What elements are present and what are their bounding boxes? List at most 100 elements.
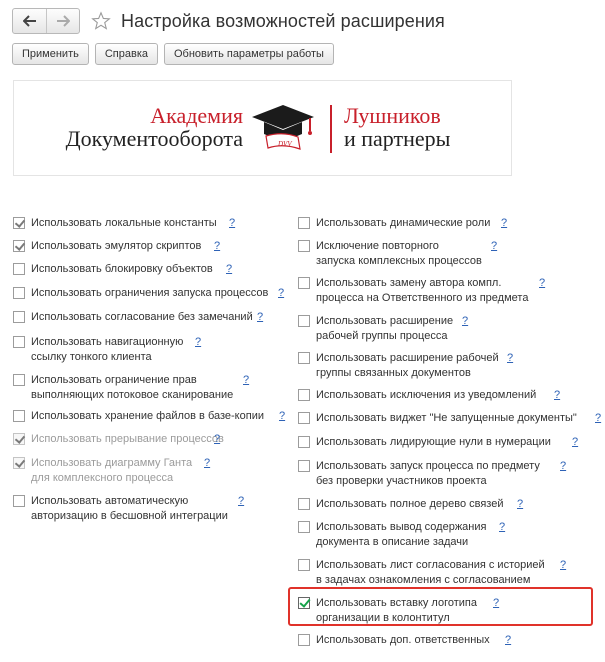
- option-label: Исключение повторного запуска комплексны…: [316, 240, 482, 267]
- help-link[interactable]: ?: [595, 411, 601, 426]
- option-label: Использовать диаграмму Ганта для комплек…: [31, 457, 193, 484]
- option-checkbox[interactable]: [13, 410, 25, 422]
- option-checkbox[interactable]: [13, 240, 25, 252]
- left-option-10[interactable]: Использовать диаграмму Ганта для комплек…: [13, 456, 192, 486]
- option-checkbox[interactable]: [13, 311, 25, 323]
- help-link[interactable]: ?: [499, 520, 505, 535]
- left-option-1[interactable]: Использовать локальные константы: [13, 216, 217, 231]
- option-checkbox[interactable]: [298, 460, 310, 472]
- banner-divider: [330, 105, 332, 153]
- option-checkbox[interactable]: [298, 217, 310, 229]
- option-label: Использовать автоматическую авторизацию …: [31, 495, 228, 522]
- option-checkbox[interactable]: [298, 498, 310, 510]
- option-label: Использовать динамические роли: [316, 217, 491, 229]
- option-checkbox[interactable]: [13, 495, 25, 507]
- logo-banner: Академия Документооборота DVV Лушников и…: [13, 80, 512, 176]
- apply-button[interactable]: Применить: [12, 43, 89, 65]
- left-option-8[interactable]: Использовать хранение файлов в базе-копи…: [13, 409, 264, 424]
- option-checkbox[interactable]: [298, 634, 310, 646]
- banner-left-text: Академия Документооборота: [66, 105, 243, 151]
- help-button[interactable]: Справка: [94, 43, 158, 65]
- left-option-11[interactable]: Использовать автоматическую авторизацию …: [13, 494, 228, 524]
- right-option-2[interactable]: Исключение повторного запуска комплексны…: [298, 239, 482, 269]
- option-checkbox[interactable]: [13, 263, 25, 275]
- option-checkbox[interactable]: [13, 217, 25, 229]
- option-checkbox[interactable]: [298, 315, 310, 327]
- right-option-8[interactable]: Использовать лидирующие нули в нумерации: [298, 435, 551, 450]
- help-link[interactable]: ?: [214, 239, 220, 254]
- help-link[interactable]: ?: [214, 432, 220, 447]
- right-option-7[interactable]: Использовать виджет "Не запущенные докум…: [298, 411, 577, 426]
- help-link[interactable]: ?: [279, 409, 285, 424]
- update-parameters-button[interactable]: Обновить параметры работы: [164, 43, 334, 65]
- help-link[interactable]: ?: [572, 435, 578, 450]
- help-link[interactable]: ?: [554, 388, 560, 403]
- option-checkbox[interactable]: [298, 412, 310, 424]
- help-link[interactable]: ?: [501, 216, 507, 231]
- option-checkbox[interactable]: [298, 521, 310, 533]
- graduation-cap-icon: DVV: [252, 105, 314, 150]
- option-label: Использовать расширение рабочей группы с…: [316, 352, 499, 379]
- help-link[interactable]: ?: [517, 497, 523, 512]
- help-link[interactable]: ?: [238, 494, 244, 509]
- option-label: Использовать блокировку объектов: [31, 263, 213, 275]
- left-option-3[interactable]: Использовать блокировку объектов: [13, 262, 213, 277]
- option-checkbox[interactable]: [298, 277, 310, 289]
- left-option-5[interactable]: Использовать согласование без замечаний: [13, 310, 253, 325]
- option-checkbox[interactable]: [298, 559, 310, 571]
- right-option-12[interactable]: Использовать лист согласования с историе…: [298, 558, 545, 588]
- left-option-4[interactable]: Использовать ограничения запуска процесс…: [13, 286, 268, 301]
- help-link[interactable]: ?: [560, 459, 566, 474]
- help-link[interactable]: ?: [257, 310, 263, 325]
- left-option-9[interactable]: Использовать прерывание процессов: [13, 432, 224, 447]
- help-link[interactable]: ?: [491, 239, 497, 254]
- help-link[interactable]: ?: [204, 456, 210, 471]
- help-link[interactable]: ?: [243, 373, 249, 388]
- help-link[interactable]: ?: [505, 633, 511, 648]
- right-option-5[interactable]: Использовать расширение рабочей группы с…: [298, 351, 499, 381]
- help-link[interactable]: ?: [507, 351, 513, 366]
- option-checkbox[interactable]: [298, 389, 310, 401]
- right-option-11[interactable]: Использовать вывод содержания документа …: [298, 520, 486, 550]
- favorite-star-icon[interactable]: [90, 10, 112, 32]
- option-checkbox[interactable]: [13, 336, 25, 348]
- right-option-10[interactable]: Использовать полное дерево связей: [298, 497, 504, 512]
- left-option-2[interactable]: Использовать эмулятор скриптов: [13, 239, 201, 254]
- option-label: Использовать согласование без замечаний: [31, 311, 253, 323]
- banner-docflow: Документооборота: [65, 126, 243, 151]
- right-option-4[interactable]: Использовать расширение рабочей группы п…: [298, 314, 453, 344]
- help-link[interactable]: ?: [539, 276, 545, 291]
- forward-button[interactable]: [46, 9, 79, 33]
- option-checkbox[interactable]: [13, 457, 25, 469]
- option-checkbox[interactable]: [298, 240, 310, 252]
- option-label: Использовать навигационную ссылку тонког…: [31, 336, 184, 363]
- option-label: Использовать хранение файлов в базе-копи…: [31, 410, 264, 422]
- right-option-14[interactable]: Использовать доп. ответственных: [298, 633, 490, 648]
- back-button[interactable]: [13, 9, 46, 33]
- nav-buttons: [12, 8, 80, 34]
- option-checkbox[interactable]: [13, 374, 25, 386]
- option-label: Использовать доп. ответственных: [316, 634, 490, 646]
- option-label: Использовать ограничение прав выполняющи…: [31, 374, 234, 401]
- option-checkbox[interactable]: [298, 436, 310, 448]
- help-link[interactable]: ?: [226, 262, 232, 277]
- help-link[interactable]: ?: [278, 286, 284, 301]
- left-option-7[interactable]: Использовать ограничение прав выполняющи…: [13, 373, 233, 403]
- option-label: Использовать вывод содержания документа …: [316, 521, 487, 548]
- option-checkbox[interactable]: [298, 352, 310, 364]
- help-link[interactable]: ?: [195, 335, 201, 350]
- option-checkbox[interactable]: [13, 287, 25, 299]
- right-option-3[interactable]: Использовать замену автора компл. процес…: [298, 276, 528, 306]
- right-option-6[interactable]: Использовать исключения из уведомлений: [298, 388, 536, 403]
- option-label: Использовать локальные константы: [31, 217, 217, 229]
- left-option-6[interactable]: Использовать навигационную ссылку тонког…: [13, 335, 183, 365]
- option-checkbox[interactable]: [13, 433, 25, 445]
- option-label: Использовать запуск процесса по предмету…: [316, 460, 540, 487]
- right-option-9[interactable]: Использовать запуск процесса по предмету…: [298, 459, 540, 489]
- option-label: Использовать полное дерево связей: [316, 498, 504, 510]
- help-link[interactable]: ?: [229, 216, 235, 231]
- help-link[interactable]: ?: [560, 558, 566, 573]
- right-option-1[interactable]: Использовать динамические роли: [298, 216, 490, 231]
- help-link[interactable]: ?: [462, 314, 468, 329]
- option-label: Использовать лидирующие нули в нумерации: [316, 436, 551, 448]
